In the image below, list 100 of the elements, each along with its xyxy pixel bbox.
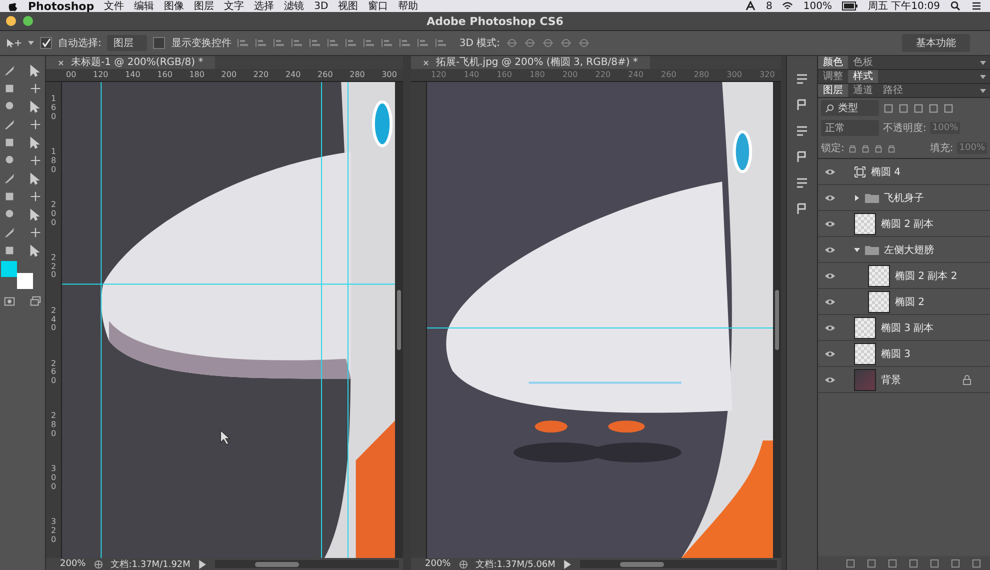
menu-item[interactable]: 文件: [104, 0, 124, 13]
screen-mode-icon[interactable]: [28, 295, 42, 308]
tool-icon[interactable]: [28, 172, 42, 185]
menu-item[interactable]: 图像: [164, 0, 184, 13]
panel-icon[interactable]: [795, 202, 809, 216]
scrollbar-thumb[interactable]: [775, 290, 779, 350]
tool-icon[interactable]: [28, 208, 42, 221]
tool-icon[interactable]: [28, 190, 42, 203]
3d-tool-icon[interactable]: [506, 38, 518, 48]
filter-icon[interactable]: [883, 102, 894, 114]
align-icon[interactable]: [363, 38, 376, 48]
panel-tab[interactable]: 颜色: [818, 56, 848, 69]
auto-select-checkbox[interactable]: [40, 37, 52, 49]
align-icon[interactable]: [237, 38, 250, 48]
tool-icon[interactable]: [3, 64, 16, 77]
menu-item[interactable]: 文字: [224, 0, 244, 13]
tool-icon[interactable]: [28, 82, 42, 95]
menu-item[interactable]: 编辑: [134, 0, 154, 13]
layer-action-icon[interactable]: [887, 558, 898, 568]
close-icon[interactable]: [423, 60, 429, 66]
panel-menu-icon[interactable]: [980, 60, 986, 64]
horizontal-scrollbar[interactable]: [580, 560, 777, 568]
filter-icon[interactable]: [913, 102, 924, 114]
align-icon[interactable]: [255, 38, 268, 48]
menu-item[interactable]: 视图: [338, 0, 358, 13]
app-menu[interactable]: Photoshop: [28, 0, 94, 12]
layer-row[interactable]: 飞机身子: [818, 185, 990, 211]
filter-icon[interactable]: [928, 102, 939, 114]
wifi-icon[interactable]: [782, 1, 794, 11]
lock-option-icon[interactable]: [887, 144, 896, 152]
align-icon[interactable]: [309, 38, 322, 48]
align-icon[interactable]: [291, 38, 304, 48]
menu-item[interactable]: 图层: [194, 0, 214, 13]
layer-row[interactable]: 椭圆 2 副本: [818, 211, 990, 237]
battery-icon[interactable]: [842, 1, 858, 11]
eye-icon[interactable]: [824, 246, 836, 254]
layer-row[interactable]: 左侧大翅膀: [818, 237, 990, 263]
3d-tool-icon[interactable]: [542, 38, 554, 48]
background-color-swatch[interactable]: [17, 273, 33, 289]
lock-option-icon[interactable]: [874, 144, 884, 152]
panel-icon[interactable]: [795, 72, 809, 86]
eye-icon[interactable]: [824, 272, 836, 280]
close-icon[interactable]: [58, 60, 64, 66]
expand-caret-icon[interactable]: [854, 246, 860, 252]
eye-icon[interactable]: [824, 168, 836, 176]
menu-item[interactable]: 滤镜: [284, 0, 304, 13]
panel-tab[interactable]: 色板: [848, 56, 878, 69]
3d-tool-icon[interactable]: [578, 38, 590, 48]
eye-icon[interactable]: [824, 220, 836, 228]
menu-item[interactable]: 3D: [314, 0, 328, 12]
menu-item[interactable]: 帮助: [398, 0, 418, 13]
apple-logo-icon[interactable]: [8, 0, 18, 12]
eye-icon[interactable]: [824, 376, 836, 384]
panel-tab[interactable]: 图层: [818, 84, 848, 97]
panel-tab[interactable]: 样式: [848, 70, 878, 83]
layer-row[interactable]: 椭圆 2 副本 2: [818, 263, 990, 289]
font-icon[interactable]: [745, 1, 756, 11]
document-tab[interactable]: 未标题-1 @ 200%(RGB/8) *: [46, 56, 216, 69]
align-icon[interactable]: [399, 38, 412, 48]
layer-action-icon[interactable]: [929, 558, 940, 568]
tool-icon[interactable]: [3, 226, 16, 239]
layer-action-icon[interactable]: [866, 558, 877, 568]
panel-menu-icon[interactable]: [980, 74, 986, 78]
layer-action-icon[interactable]: [971, 558, 982, 568]
align-icon[interactable]: [345, 38, 358, 48]
menu-item[interactable]: 选择: [254, 0, 274, 13]
align-icon[interactable]: [435, 38, 448, 48]
menu-item[interactable]: 窗口: [368, 0, 388, 13]
tool-icon[interactable]: [28, 244, 42, 257]
list-icon[interactable]: [971, 1, 982, 11]
3d-tool-icon[interactable]: [560, 38, 572, 48]
eye-icon[interactable]: [824, 324, 836, 332]
globe-icon[interactable]: [458, 560, 468, 568]
blend-mode-dropdown[interactable]: 正常: [821, 120, 879, 136]
tool-icon[interactable]: [3, 118, 16, 131]
layer-row[interactable]: 椭圆 2: [818, 289, 990, 315]
scrollbar-thumb[interactable]: [397, 290, 401, 350]
expand-caret-icon[interactable]: [854, 194, 860, 200]
quick-mask-icon[interactable]: [3, 295, 16, 308]
align-icon[interactable]: [417, 38, 430, 48]
scrollbar-thumb[interactable]: [620, 562, 664, 566]
panel-tab[interactable]: 通道: [848, 84, 878, 97]
filter-icon[interactable]: [898, 102, 909, 114]
tool-icon[interactable]: [28, 118, 42, 131]
panel-icon[interactable]: [795, 124, 809, 138]
eye-icon[interactable]: [824, 194, 836, 202]
layer-row[interactable]: 背景: [818, 367, 990, 393]
panel-menu-icon[interactable]: [980, 88, 986, 92]
layer-row[interactable]: 椭圆 3 副本: [818, 315, 990, 341]
panel-tab[interactable]: 调整: [818, 70, 848, 83]
align-icon[interactable]: [327, 38, 340, 48]
panel-icon[interactable]: [795, 98, 809, 112]
layer-row[interactable]: 椭圆 3: [818, 341, 990, 367]
panel-tab[interactable]: 路径: [878, 84, 908, 97]
layer-row[interactable]: 椭圆 4: [818, 159, 990, 185]
tool-icon[interactable]: [28, 154, 42, 167]
tool-icon[interactable]: [3, 172, 16, 185]
filter-icon[interactable]: [943, 102, 954, 114]
lock-option-icon[interactable]: [848, 144, 858, 152]
eye-icon[interactable]: [824, 350, 836, 358]
